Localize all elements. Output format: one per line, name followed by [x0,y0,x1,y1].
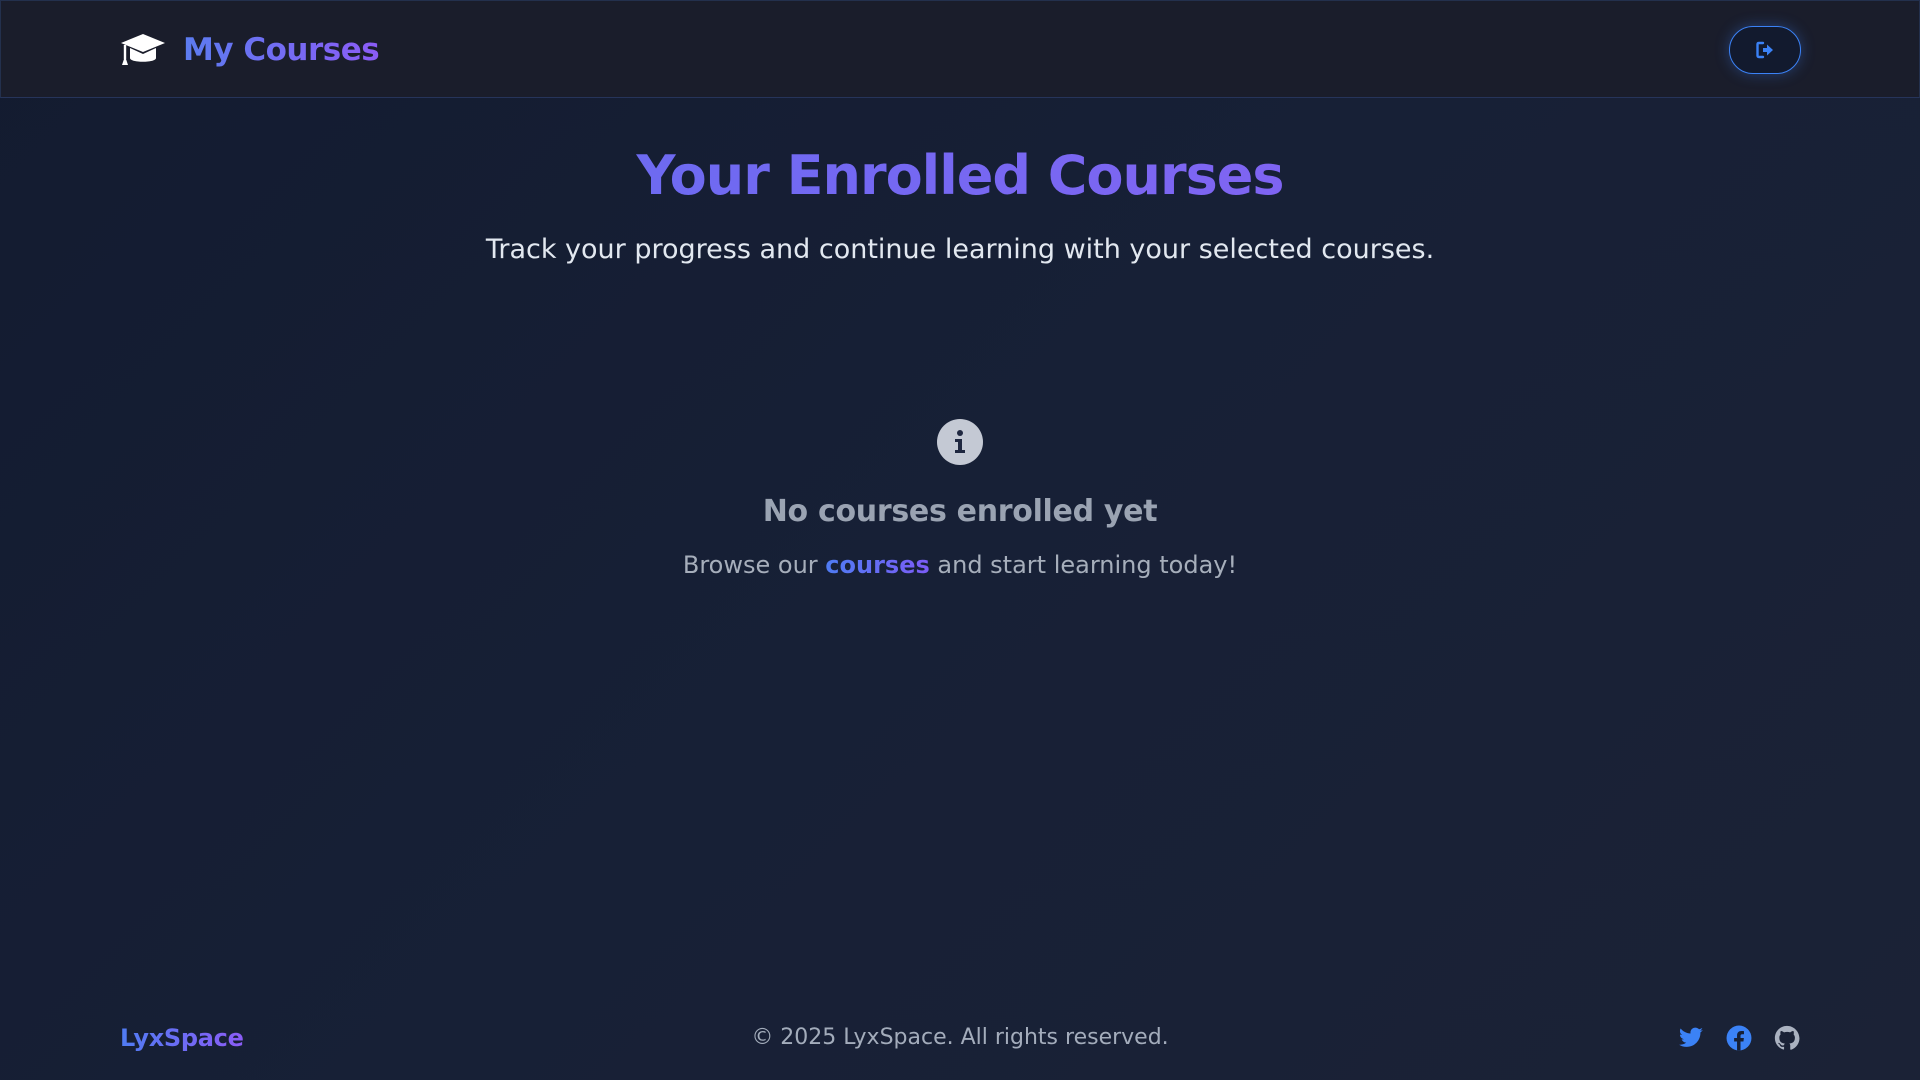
page-title: Your Enrolled Courses [0,140,1920,212]
empty-state-text: Browse our courses and start learning to… [0,548,1920,582]
courses-link[interactable]: courses [825,551,929,579]
logout-button[interactable] [1729,26,1801,74]
footer-copyright: © 2025 LyxSpace. All rights reserved. [751,1025,1169,1050]
empty-state-title: No courses enrolled yet [762,494,1158,529]
page-subtitle: Track your progress and continue learnin… [485,234,1435,265]
empty-state-text-before: Browse our [682,551,826,579]
social-links [1678,1024,1800,1052]
sign-out-icon [1756,41,1773,59]
empty-state-text-after: and start learning today! [929,551,1238,579]
top-navbar: My Courses [0,0,1920,98]
graduation-cap-icon [121,34,165,65]
twitter-icon[interactable] [1678,1025,1704,1051]
brand[interactable]: My Courses [119,29,380,71]
info-circle-icon [937,419,983,465]
github-icon[interactable] [1774,1025,1800,1051]
brand-title: My Courses [183,32,380,68]
facebook-icon[interactable] [1726,1025,1752,1051]
